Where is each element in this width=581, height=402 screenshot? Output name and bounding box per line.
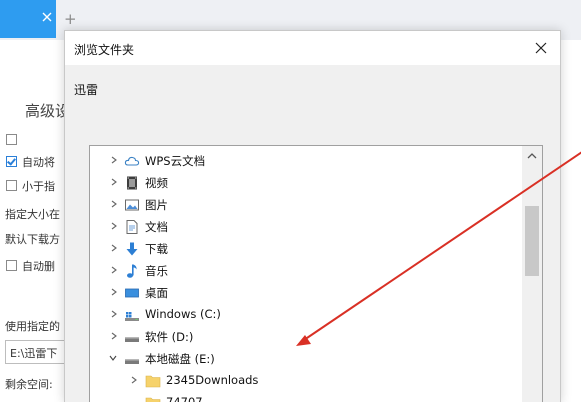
tree-item-videos[interactable]: 视频	[90, 172, 522, 194]
pictures-folder-icon	[125, 199, 139, 211]
tree-item-label: 视频	[145, 176, 168, 190]
tree-item-drive-d[interactable]: 软件 (D:)	[90, 326, 522, 348]
video-folder-icon	[127, 176, 137, 190]
size-limit-checkbox[interactable]	[6, 180, 17, 191]
dialog-titlebar: 浏览文件夹	[65, 31, 560, 65]
tree-item-documents[interactable]: 文档	[90, 216, 522, 238]
active-tab[interactable]	[0, 0, 56, 38]
tree-item-label: 桌面	[145, 286, 168, 300]
folder-tree[interactable]: WPS云文档 视频 图片 文档 下载 音乐 桌面 Windows (C:) 软件…	[89, 145, 543, 402]
dialog-title: 浏览文件夹	[74, 43, 135, 57]
tree-item-label: WPS云文档	[145, 154, 206, 168]
tree-item-label: 音乐	[145, 264, 168, 278]
download-path-value: E:\迅雷下	[10, 347, 58, 360]
documents-folder-icon	[126, 220, 138, 234]
size-setting-label: 指定大小在	[5, 208, 60, 221]
windows-drive-icon	[125, 312, 139, 321]
close-icon[interactable]	[535, 42, 547, 54]
option-label-size: 小于指	[22, 180, 55, 193]
tree-item-74707[interactable]: 74707	[90, 392, 522, 402]
screen: + 高级设 自动将 小于指 指定大小在 默认下载方 自动删 使用指定的 E:\迅…	[0, 0, 581, 402]
chevron-right-icon[interactable]	[130, 376, 138, 384]
option-checkbox-partial[interactable]	[6, 134, 17, 145]
tree-item-label: 文档	[145, 220, 168, 234]
tree-item-label: 下载	[145, 242, 168, 256]
add-tab-button[interactable]: +	[64, 12, 77, 27]
download-folder-icon	[126, 242, 138, 256]
tree-item-label: Windows (C:)	[145, 307, 221, 321]
tree-item-downloads[interactable]: 下载	[90, 238, 522, 260]
tree-item-music[interactable]: 音乐	[90, 260, 522, 282]
tree-item-label: 本地磁盘 (E:)	[145, 352, 215, 366]
chevron-right-icon[interactable]	[110, 156, 118, 164]
chevron-right-icon[interactable]	[110, 200, 118, 208]
desktop-folder-icon	[125, 288, 139, 298]
auto-option-checkbox[interactable]	[6, 156, 17, 167]
chevron-down-icon[interactable]	[109, 354, 117, 362]
default-download-label: 默认下载方	[5, 233, 60, 246]
option-label-auto: 自动将	[22, 156, 55, 169]
dialog-description: 迅雷	[74, 83, 99, 97]
scroll-up-arrow-icon[interactable]	[522, 146, 542, 166]
tree-item-pictures[interactable]: 图片	[90, 194, 522, 216]
browse-folder-dialog: 浏览文件夹 迅雷 WPS云文档 视频 图片 文档 下载 音乐 桌面 Window…	[64, 30, 561, 402]
option-label-delete: 自动删	[22, 260, 55, 273]
tab-close-icon[interactable]	[40, 10, 54, 24]
free-space-label: 剩余空间:	[5, 378, 53, 391]
chevron-right-icon[interactable]	[110, 222, 118, 230]
tree-item-label: 74707	[166, 395, 203, 402]
chevron-right-icon[interactable]	[110, 266, 118, 274]
tree-item-label: 图片	[145, 198, 168, 212]
tree-item-label: 2345Downloads	[166, 373, 259, 387]
drive-icon	[125, 359, 139, 364]
music-folder-icon	[127, 264, 137, 278]
chevron-right-icon[interactable]	[110, 244, 118, 252]
tree-item-wps-cloud[interactable]: WPS云文档	[90, 150, 522, 172]
folder-icon	[145, 397, 161, 402]
tree-item-drive-e[interactable]: 本地磁盘 (E:)	[90, 348, 522, 370]
tree-item-2345downloads[interactable]: 2345Downloads	[90, 370, 522, 392]
chevron-right-icon[interactable]	[110, 178, 118, 186]
cloud-icon	[124, 156, 140, 166]
auto-delete-checkbox[interactable]	[6, 260, 17, 271]
scrollbar-thumb[interactable]	[525, 206, 539, 276]
tree-item-drive-c[interactable]: Windows (C:)	[90, 304, 522, 326]
tree-item-label: 软件 (D:)	[145, 330, 194, 344]
chevron-right-icon[interactable]	[110, 332, 118, 340]
chevron-right-icon[interactable]	[110, 310, 118, 318]
folder-icon	[145, 375, 161, 388]
tree-item-desktop[interactable]: 桌面	[90, 282, 522, 304]
drive-icon	[125, 337, 139, 342]
chevron-right-icon[interactable]	[110, 288, 118, 296]
tree-scrollbar[interactable]	[522, 146, 542, 402]
use-path-label: 使用指定的	[5, 320, 60, 333]
